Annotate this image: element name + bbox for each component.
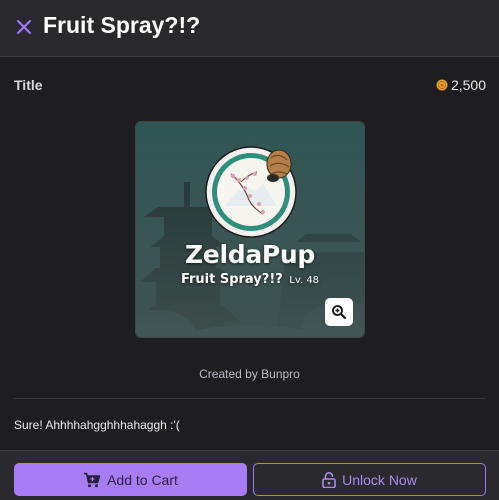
title-label: Title: [14, 77, 43, 93]
unlock-icon: [322, 471, 336, 488]
card-username: ZeldaPup: [184, 240, 316, 269]
action-bar: Add to Cart Unlock Now: [0, 450, 499, 500]
creator-text: Created by Bunpro: [199, 367, 300, 381]
unlock-now-button[interactable]: Unlock Now: [253, 463, 486, 496]
add-to-cart-button[interactable]: Add to Cart: [14, 463, 247, 496]
price-value: 2,500: [450, 77, 486, 93]
card-title: Fruit Spray?!?: [180, 272, 283, 287]
coin-icon: [436, 79, 448, 91]
card-subtitle: Fruit Spray?!? Lv. 48: [136, 270, 364, 288]
badge-emblem: [205, 146, 297, 238]
price: 2,500: [436, 77, 486, 93]
divider: [14, 398, 486, 399]
dialog-header: Fruit Spray?!?: [0, 0, 499, 57]
close-icon[interactable]: [13, 16, 35, 38]
card-level: Lv. 48: [289, 275, 320, 286]
title-preview-card: ZeldaPup Fruit Spray?!? Lv. 48: [135, 121, 365, 338]
description-text: Sure! Ahhhhahgghhhahaggh :'(: [14, 418, 180, 432]
zoom-button[interactable]: [325, 298, 353, 326]
add-to-cart-label: Add to Cart: [107, 471, 178, 488]
dialog-title: Fruit Spray?!?: [43, 12, 201, 38]
unlock-now-label: Unlock Now: [342, 471, 417, 488]
cart-icon: [84, 472, 101, 487]
zoom-in-icon: [332, 305, 346, 319]
